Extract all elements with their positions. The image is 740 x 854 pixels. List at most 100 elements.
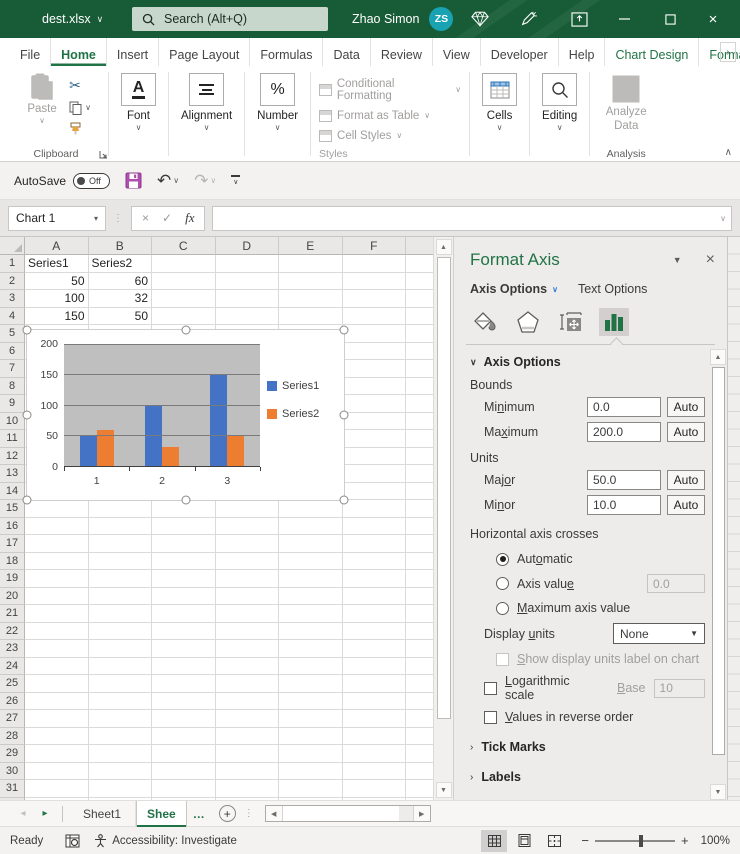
scroll-down-arrow[interactable]: ▼ — [710, 784, 726, 800]
automatic-radio[interactable] — [496, 553, 509, 566]
tab-chart-design[interactable]: Chart Design — [604, 38, 698, 66]
grid-cell-b3[interactable]: 32 — [89, 290, 153, 308]
tab-home[interactable]: Home — [50, 38, 106, 66]
row-header-24[interactable]: 24 — [0, 658, 25, 676]
grid-cell-a31[interactable] — [25, 780, 89, 798]
grid-cell-c20[interactable] — [152, 588, 216, 606]
grid-cell-b18[interactable] — [89, 553, 153, 571]
row-header-3[interactable]: 3 — [0, 290, 25, 308]
minor-auto-button[interactable]: Auto — [667, 495, 705, 515]
grid-cell-e22[interactable] — [279, 623, 343, 641]
grid-cell-c4[interactable] — [152, 308, 216, 326]
row-header-5[interactable]: 5 — [0, 325, 25, 343]
grid-cell-partial[interactable] — [406, 290, 433, 308]
copy-button[interactable]: ∨ — [69, 101, 91, 115]
account-area[interactable]: Zhao Simon ZS — [352, 0, 453, 38]
grid-cell-d27[interactable] — [216, 710, 280, 728]
row-header-6[interactable]: 6 — [0, 343, 25, 361]
grid-cell-b20[interactable] — [89, 588, 153, 606]
premium-gem-icon[interactable] — [463, 0, 497, 38]
grid-cell-d16[interactable] — [216, 518, 280, 536]
grid-cell-b4[interactable]: 50 — [89, 308, 153, 326]
effects-icon[interactable] — [513, 308, 543, 336]
major-auto-button[interactable]: Auto — [667, 470, 705, 490]
selection-handle[interactable] — [340, 496, 349, 505]
status-ready[interactable]: Ready — [10, 835, 43, 847]
grid-cell-b21[interactable] — [89, 605, 153, 623]
row-header-31[interactable]: 31 — [0, 780, 25, 798]
grid-cell-partial[interactable] — [406, 623, 433, 641]
scroll-right-arrow[interactable]: ▶ — [413, 806, 430, 821]
autosave-toggle[interactable]: Off — [73, 173, 110, 189]
grid-cell-partial[interactable] — [406, 325, 433, 343]
grid-cell-e25[interactable] — [279, 675, 343, 693]
conditional-formatting-button[interactable]: Conditional Formatting ∨ — [319, 78, 461, 102]
grid-cell-d17[interactable] — [216, 535, 280, 553]
grid-cell-e31[interactable] — [279, 780, 343, 798]
grid-cell-partial[interactable] — [406, 430, 433, 448]
pane-close-button[interactable]: × — [706, 251, 715, 269]
tab-text-options[interactable]: Text Options — [578, 282, 647, 296]
tab-data[interactable]: Data — [322, 38, 369, 66]
selection-handle[interactable] — [340, 326, 349, 335]
grid-cell-d4[interactable] — [216, 308, 280, 326]
grid-cell-a2[interactable]: 50 — [25, 273, 89, 291]
grid-cell-a28[interactable] — [25, 728, 89, 746]
grid-cell-a32[interactable] — [25, 798, 89, 801]
grid-cell-f16[interactable] — [343, 518, 407, 536]
tab-developer[interactable]: Developer — [480, 38, 558, 66]
grid-cell-partial[interactable] — [406, 343, 433, 361]
row-header-28[interactable]: 28 — [0, 728, 25, 746]
selection-handle[interactable] — [181, 326, 190, 335]
row-header-9[interactable]: 9 — [0, 395, 25, 413]
maximize-button[interactable] — [653, 0, 687, 38]
grid-cell-b30[interactable] — [89, 763, 153, 781]
page-layout-view-button[interactable] — [511, 830, 537, 852]
row-header-13[interactable]: 13 — [0, 465, 25, 483]
tab-axis-options[interactable]: Axis Options ∨ — [470, 282, 558, 296]
grid-cell-f19[interactable] — [343, 570, 407, 588]
grid-cell-c30[interactable] — [152, 763, 216, 781]
sheet-overflow-ellipsis[interactable]: … — [193, 807, 205, 821]
grid-cell-c2[interactable] — [152, 273, 216, 291]
grid-cell-partial[interactable] — [406, 518, 433, 536]
grid-cell-e28[interactable] — [279, 728, 343, 746]
grid-cell-a25[interactable] — [25, 675, 89, 693]
macro-record-button[interactable] — [65, 834, 80, 848]
row-header-26[interactable]: 26 — [0, 693, 25, 711]
grid-cell-c22[interactable] — [152, 623, 216, 641]
grid-cell-d20[interactable] — [216, 588, 280, 606]
grid-cell-e2[interactable] — [279, 273, 343, 291]
grid-cell-partial[interactable] — [406, 570, 433, 588]
grid-cell-c1[interactable] — [152, 255, 216, 273]
grid-cell-partial[interactable] — [406, 588, 433, 606]
grid-cell-f20[interactable] — [343, 588, 407, 606]
row-header-21[interactable]: 21 — [0, 605, 25, 623]
grid-cell-f7[interactable] — [343, 360, 407, 378]
legend-item-series2[interactable]: Series2 — [267, 408, 319, 420]
grid-cell-f28[interactable] — [343, 728, 407, 746]
grid-cell-e24[interactable] — [279, 658, 343, 676]
grid-vertical-scrollbar[interactable]: ▲ ▼ — [433, 237, 453, 800]
cancel-entry-icon[interactable]: × — [142, 211, 149, 225]
col-header-e[interactable]: E — [279, 237, 343, 255]
tab-view[interactable]: View — [432, 38, 480, 66]
grid-cell-f18[interactable] — [343, 553, 407, 571]
row-header-32[interactable]: 32 — [0, 798, 25, 801]
grid-cell-f5[interactable] — [343, 325, 407, 343]
grid-cell-e29[interactable] — [279, 745, 343, 763]
grid-cell-d28[interactable] — [216, 728, 280, 746]
grid-cell-f6[interactable] — [343, 343, 407, 361]
pane-scrollbar[interactable]: ▲ ▼ — [709, 349, 727, 800]
grid-cell-e19[interactable] — [279, 570, 343, 588]
row-header-14[interactable]: 14 — [0, 483, 25, 501]
paste-button[interactable]: Paste ∨ — [21, 73, 63, 135]
grid-cell-partial[interactable] — [406, 658, 433, 676]
grid-cell-a19[interactable] — [25, 570, 89, 588]
grid-cell-b26[interactable] — [89, 693, 153, 711]
grid-cell-f21[interactable] — [343, 605, 407, 623]
scrollbar-thumb[interactable] — [437, 257, 451, 719]
col-header-d[interactable]: D — [216, 237, 280, 255]
grid-cell-f10[interactable] — [343, 413, 407, 431]
grid-cell-d31[interactable] — [216, 780, 280, 798]
